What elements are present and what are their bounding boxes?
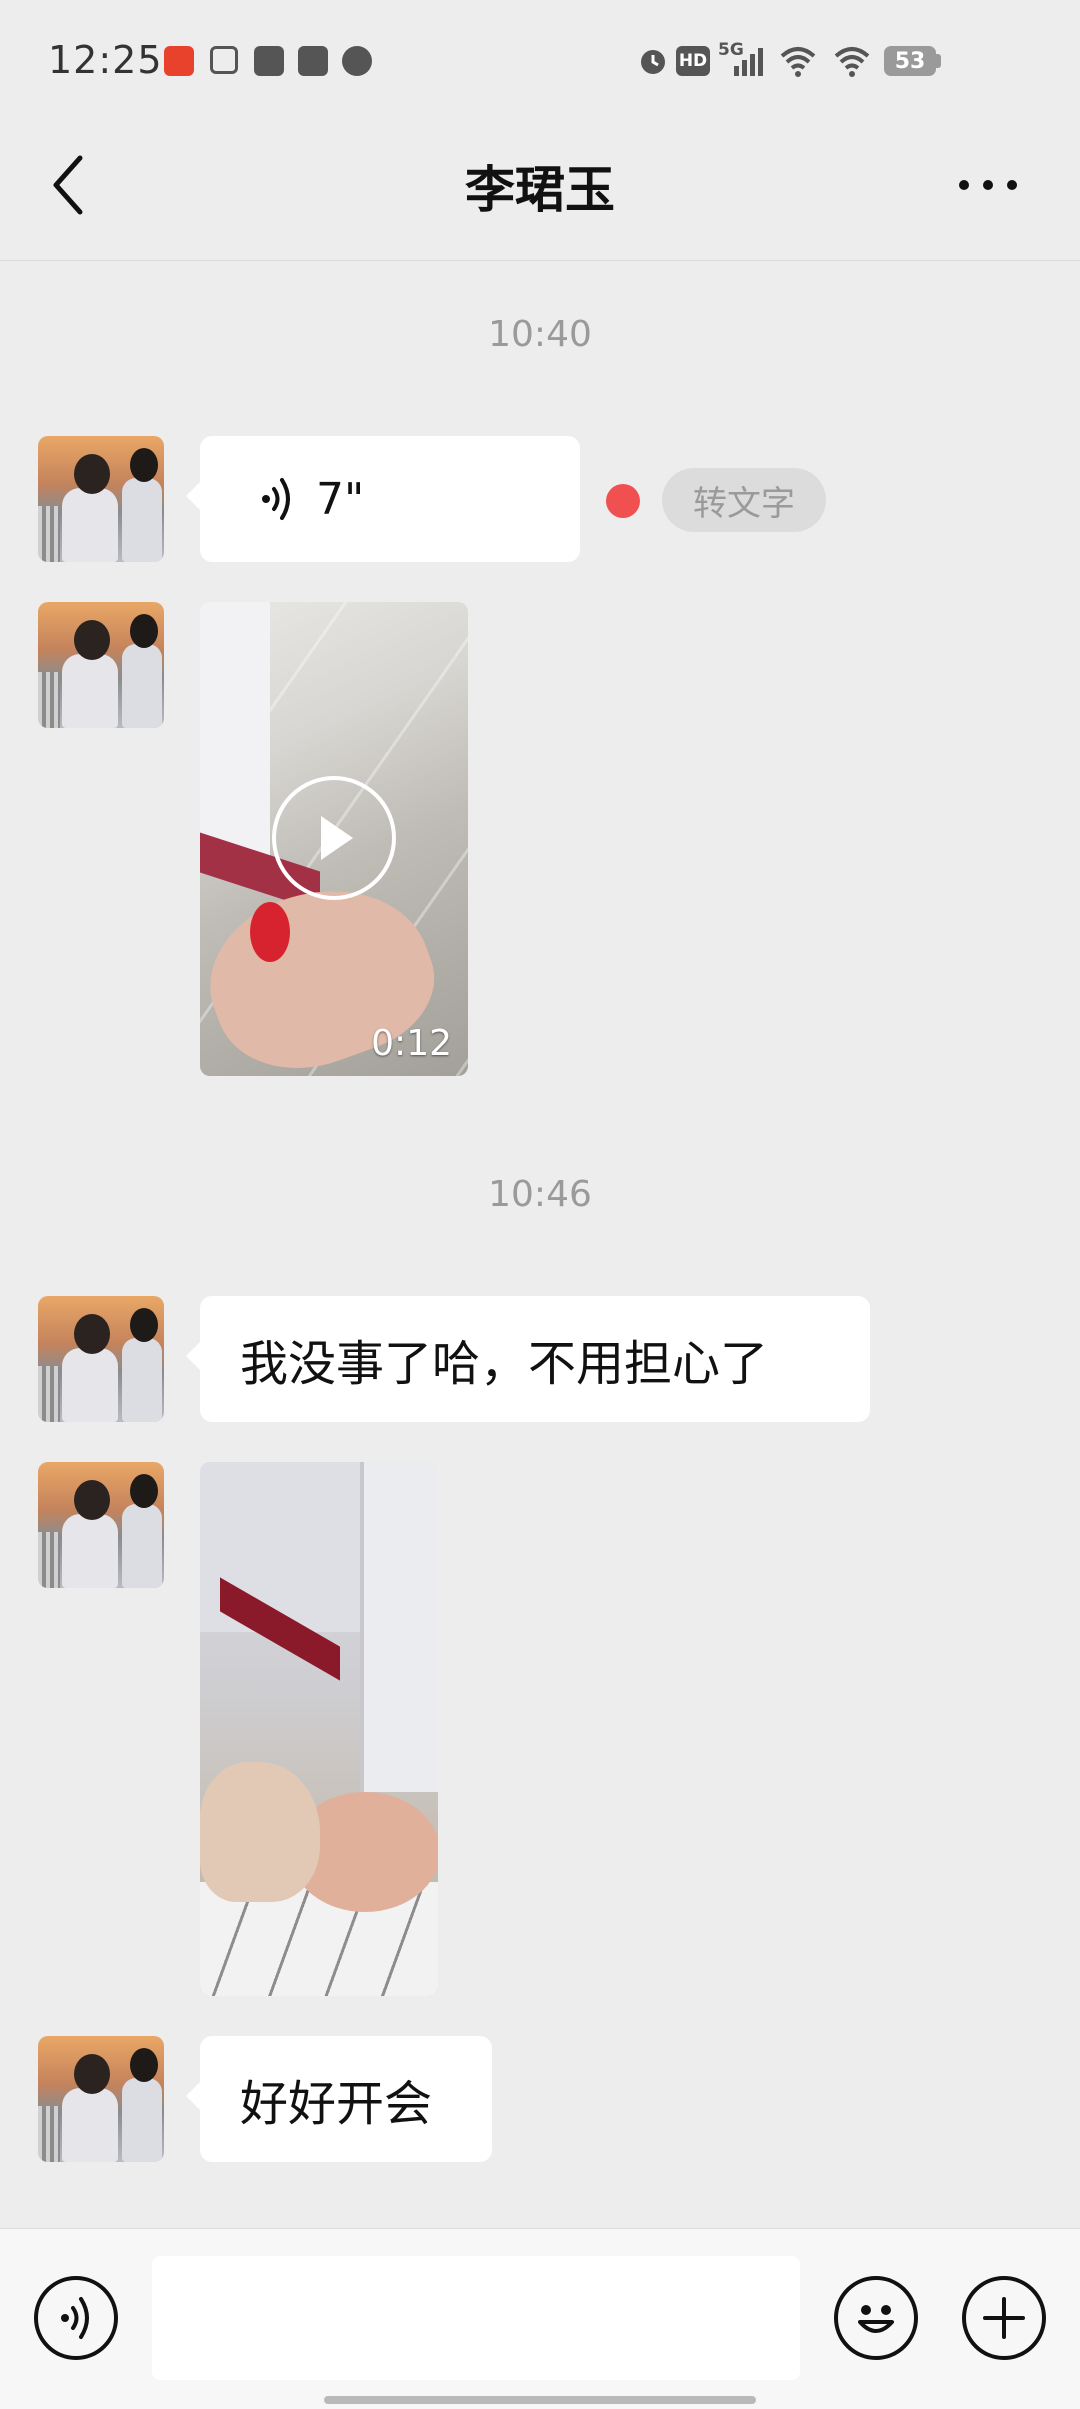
text-message-bubble[interactable]: 我没事了哈，不用担心了: [186, 1296, 870, 1422]
message-text: 好好开会: [240, 2076, 433, 2132]
square-app-icon: [298, 46, 328, 76]
avatar[interactable]: [38, 1296, 164, 1422]
smiley-icon: [858, 2305, 894, 2333]
alarm-icon: [641, 50, 665, 74]
wifi-icon: [780, 47, 816, 77]
status-time: 12:25: [48, 38, 163, 82]
chat-title: 李珺玉: [465, 161, 615, 219]
avatar[interactable]: [38, 602, 164, 728]
convert-to-text-button[interactable]: 转文字: [662, 468, 826, 532]
video-message-thumbnail[interactable]: 0:12: [200, 602, 468, 1076]
play-button-icon[interactable]: [272, 776, 396, 900]
voice-duration: 7": [316, 473, 365, 525]
emoji-button[interactable]: [834, 2276, 918, 2360]
battery-indicator: 53: [884, 46, 936, 76]
unread-voice-dot: [606, 484, 640, 518]
message-input[interactable]: [152, 2256, 800, 2380]
message-timestamp: 10:40: [488, 314, 592, 355]
more-functions-button[interactable]: [962, 2276, 1046, 2360]
message-text: 我没事了哈，不用担心了: [240, 1336, 769, 1392]
battery-tip: [936, 54, 941, 68]
plus-icon: [983, 2297, 1025, 2339]
video-message-thumbnail[interactable]: [200, 1462, 438, 1996]
video-duration: 0:12: [371, 1023, 452, 1064]
voice-wave-icon: [262, 478, 290, 520]
avatar[interactable]: [38, 1462, 164, 1588]
calendar-app-icon: [210, 46, 238, 74]
hd-badge: HD: [676, 46, 710, 76]
ting-app-icon: [164, 46, 194, 76]
avatar[interactable]: [38, 436, 164, 562]
mail-app-icon: [254, 46, 284, 76]
voice-input-button[interactable]: [34, 2276, 118, 2360]
text-message-bubble[interactable]: 好好开会: [186, 2036, 492, 2162]
voice-icon: [61, 2297, 89, 2339]
avatar[interactable]: [38, 2036, 164, 2162]
message-timestamp: 10:46: [488, 1174, 592, 1215]
wechat-app-icon: [342, 46, 372, 76]
signal-icon: [734, 48, 763, 76]
wifi-icon-2: [834, 47, 870, 77]
voice-message-bubble[interactable]: 7": [186, 436, 580, 562]
home-indicator[interactable]: [324, 2396, 756, 2404]
more-options-icon[interactable]: [956, 170, 1020, 200]
